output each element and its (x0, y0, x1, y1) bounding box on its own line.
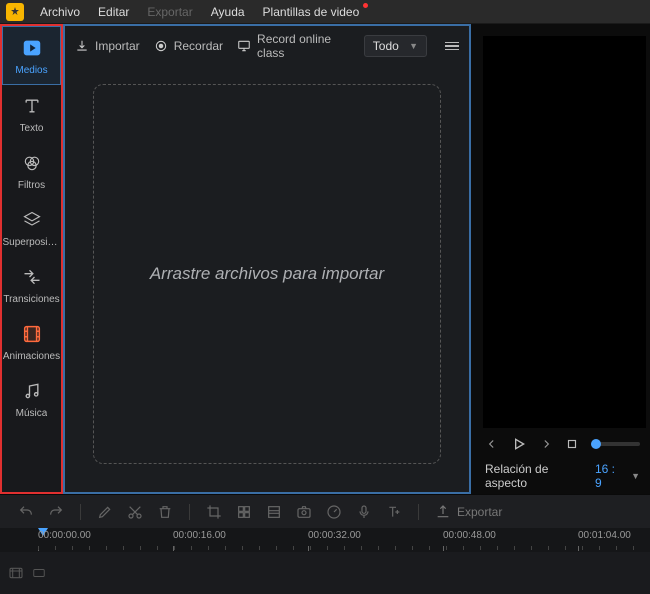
preview-panel: Relación de aspecto 16 : 9 ▼ (471, 24, 650, 494)
timeline-ruler[interactable]: 00:00:00.00 00:00:16.00 00:00:32.00 00:00:4… (0, 528, 650, 552)
crop-button[interactable] (206, 504, 222, 520)
menu-plantillas[interactable]: Plantillas de video (255, 1, 368, 23)
separator (418, 504, 419, 520)
video-lane-icon (8, 565, 24, 581)
text-icon (21, 95, 43, 117)
film-icon (21, 323, 43, 345)
separator (189, 504, 190, 520)
sidebar-item-texto[interactable]: Texto (2, 85, 61, 142)
export-label: Exportar (457, 505, 502, 519)
menu-ayuda[interactable]: Ayuda (203, 1, 253, 23)
aspect-value: 16 : 9 (595, 462, 623, 490)
sidebar-item-transiciones[interactable]: Transiciones (2, 256, 61, 313)
main-area: Medios Texto Filtros Superposicio... Tra… (0, 24, 650, 494)
ruler-tick: 00:00:48.00 (443, 530, 496, 541)
redo-button[interactable] (48, 504, 64, 520)
play-square-icon (21, 37, 43, 59)
layers-icon (21, 209, 43, 231)
monitor-icon (237, 39, 251, 53)
sidebar-item-label: Superposicio... (3, 237, 61, 248)
music-icon (21, 380, 43, 402)
timeline-toolbar: Exportar (0, 494, 650, 528)
preview-canvas (483, 36, 646, 428)
record-label: Recordar (174, 39, 223, 53)
timeline-lanes[interactable] (0, 552, 650, 594)
cut-button[interactable] (127, 504, 143, 520)
sidebar-item-label: Transiciones (3, 294, 59, 305)
delete-button[interactable] (157, 504, 173, 520)
separator (80, 504, 81, 520)
next-frame-button[interactable] (539, 437, 553, 451)
media-filter-select[interactable]: Todo ▼ (364, 35, 427, 57)
view-menu-button[interactable] (445, 42, 459, 51)
import-button[interactable]: Importar (75, 39, 140, 53)
ruler-tick: 00:01:04.00 (578, 530, 631, 541)
menu-archivo[interactable]: Archivo (32, 1, 88, 23)
text-to-speech-button[interactable] (386, 504, 402, 520)
sidebar-item-label: Animaciones (3, 351, 60, 362)
freeze-button[interactable] (266, 504, 282, 520)
sidebar-item-animaciones[interactable]: Animaciones (2, 313, 61, 370)
menu-exportar: Exportar (139, 1, 200, 23)
menubar: Archivo Editar Exportar Ayuda Plantillas… (0, 0, 650, 24)
edit-button[interactable] (97, 504, 113, 520)
record-button[interactable]: Recordar (154, 39, 223, 53)
media-toolbar: Importar Recordar Record online class To… (65, 26, 469, 66)
sidebar-item-label: Medios (15, 65, 47, 76)
snapshot-button[interactable] (296, 504, 312, 520)
mosaic-button[interactable] (236, 504, 252, 520)
menu-editar[interactable]: Editar (90, 1, 137, 23)
sidebar-item-superposiciones[interactable]: Superposicio... (2, 199, 61, 256)
sidebar-item-label: Música (16, 408, 48, 419)
dropzone-hint: Arrastre archivos para importar (150, 264, 384, 284)
sidebar-item-medios[interactable]: Medios (2, 26, 61, 85)
ruler-tick: 00:00:00.00 (38, 530, 91, 541)
ruler-tick: 00:00:32.00 (308, 530, 361, 541)
undo-button[interactable] (18, 504, 34, 520)
record-online-label: Record online class (257, 32, 350, 60)
voiceover-button[interactable] (356, 504, 372, 520)
media-panel: Importar Recordar Record online class To… (63, 24, 471, 494)
preview-controls (479, 436, 646, 458)
aspect-label: Relación de aspecto (485, 462, 587, 490)
record-online-button[interactable]: Record online class (237, 32, 350, 60)
import-label: Importar (95, 39, 140, 53)
dropzone-wrap: Arrastre archivos para importar (65, 66, 469, 492)
aspect-ratio-control[interactable]: Relación de aspecto 16 : 9 ▼ (479, 458, 646, 490)
record-icon (154, 39, 168, 53)
speed-button[interactable] (326, 504, 342, 520)
import-dropzone[interactable]: Arrastre archivos para importar (93, 84, 441, 464)
import-icon (75, 39, 89, 53)
zoom-slider[interactable] (591, 442, 640, 446)
sidebar-item-musica[interactable]: Música (2, 370, 61, 427)
chevron-down-icon: ▼ (409, 41, 418, 51)
prev-frame-button[interactable] (485, 437, 499, 451)
sidebar-item-label: Texto (20, 123, 44, 134)
sidebar-item-filtros[interactable]: Filtros (2, 142, 61, 199)
media-filter-value: Todo (373, 39, 399, 53)
sidebar: Medios Texto Filtros Superposicio... Tra… (0, 24, 63, 494)
chevron-down-icon: ▼ (631, 471, 640, 481)
ruler-tick: 00:00:16.00 (173, 530, 226, 541)
lock-lane-icon (32, 566, 46, 580)
transitions-icon (21, 266, 43, 288)
stop-button[interactable] (565, 437, 579, 451)
app-logo (6, 3, 24, 21)
export-button[interactable]: Exportar (435, 504, 502, 520)
filters-icon (21, 152, 43, 174)
slider-knob[interactable] (591, 439, 601, 449)
play-button[interactable] (511, 436, 527, 452)
sidebar-item-label: Filtros (18, 180, 45, 191)
